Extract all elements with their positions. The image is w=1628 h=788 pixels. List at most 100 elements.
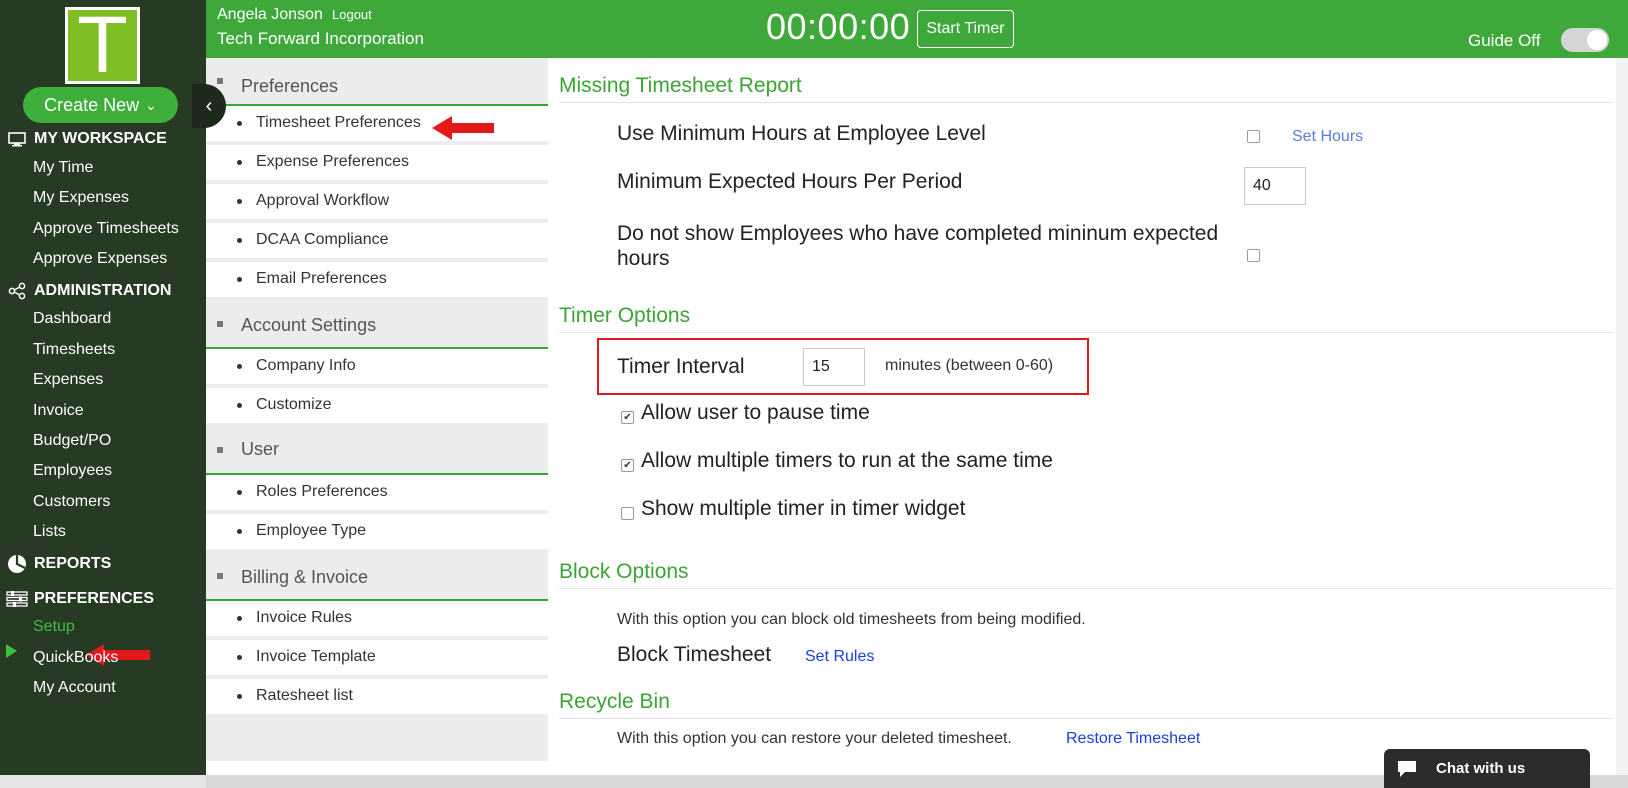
set-hours-link[interactable]: Set Hours	[1292, 128, 1363, 146]
company-name: Tech Forward Incorporation	[217, 29, 424, 48]
create-new-button[interactable]: Create New ⌄	[23, 87, 178, 123]
square-bullet-icon	[217, 447, 223, 453]
sidebar-item-my-expenses[interactable]: My Expenses	[33, 187, 129, 209]
square-bullet-icon	[217, 573, 223, 579]
sidebar-item-quickbooks[interactable]: QuickBooks	[33, 647, 118, 669]
start-timer-button[interactable]: Start Timer	[917, 10, 1014, 48]
bullet-icon	[237, 238, 242, 243]
section-label: PREFERENCES	[34, 590, 155, 607]
bullet-icon	[237, 121, 242, 126]
nav-item-customize[interactable]: Customize	[206, 388, 548, 425]
sidebar-item-customers[interactable]: Customers	[33, 491, 110, 513]
bullet-icon	[237, 199, 242, 204]
sidebar-item-lists[interactable]: Lists	[33, 521, 66, 543]
main-content: Missing Timesheet Report Use Minimum Hou…	[559, 58, 1613, 775]
nav-item-invoice-template[interactable]: Invoice Template	[206, 640, 548, 677]
nav-item-email-preferences[interactable]: Email Preferences	[206, 262, 548, 299]
nav-item-label: Timesheet Preferences	[256, 114, 421, 131]
app-logo[interactable]: T	[65, 7, 140, 84]
do-not-show-checkbox[interactable]	[1247, 249, 1260, 262]
nav-group-title: Preferences	[241, 76, 339, 96]
section-administration[interactable]: ADMINISTRATION	[0, 279, 171, 303]
app-window: T Create New ⌄ MY WORKSPACE My Time My E…	[0, 0, 1628, 788]
section-label: MY WORKSPACE	[34, 130, 167, 147]
share-nodes-icon	[4, 281, 30, 301]
nav-item-dcaa-compliance[interactable]: DCAA Compliance	[206, 223, 548, 260]
bullet-icon	[237, 616, 242, 621]
nav-item-employee-type[interactable]: Employee Type	[206, 514, 548, 551]
vertical-scrollbar[interactable]	[1616, 58, 1628, 775]
nav-item-label: DCAA Compliance	[256, 231, 389, 248]
multiple-timers-checkbox[interactable]: ✔	[621, 459, 634, 472]
nav-item-label: Employee Type	[256, 522, 366, 539]
sidebar-item-timesheets[interactable]: Timesheets	[33, 339, 115, 361]
section-recycle-bin: Recycle Bin	[559, 690, 1613, 719]
nav-item-label: Roles Preferences	[256, 483, 388, 500]
top-header: Angela Jonson Logout Tech Forward Incorp…	[206, 0, 1628, 58]
section-my-workspace[interactable]: MY WORKSPACE	[0, 127, 167, 151]
nav-group-title: Billing & Invoice	[241, 567, 369, 587]
nav-group-title: Account Settings	[241, 315, 377, 335]
nav-group-billing-invoice[interactable]: Billing & Invoice	[206, 553, 548, 601]
nav-group-preferences[interactable]: Preferences	[206, 58, 548, 106]
set-rules-link[interactable]: Set Rules	[805, 648, 874, 666]
logout-link[interactable]: Logout	[332, 7, 372, 22]
chevron-left-icon: ‹	[205, 94, 213, 117]
nav-item-ratesheet-list[interactable]: Ratesheet list	[206, 679, 548, 716]
timer-interval-label: Timer Interval	[617, 355, 745, 378]
create-new-label: Create New	[44, 94, 140, 115]
use-min-hours-label: Use Minimum Hours at Employee Level	[617, 122, 986, 145]
monitor-icon	[4, 129, 30, 149]
bullet-icon	[237, 277, 242, 282]
timer-display: 00:00:00	[766, 6, 911, 47]
nav-item-expense-preferences[interactable]: Expense Preferences	[206, 145, 548, 182]
section-timer-options: Timer Options	[559, 304, 1613, 333]
sidebar-item-my-time[interactable]: My Time	[33, 157, 93, 179]
logo-letter: T	[79, 0, 126, 90]
square-bullet-icon	[217, 321, 223, 327]
do-not-show-label-line2: hours	[617, 247, 670, 270]
bullet-icon	[237, 403, 242, 408]
toggle-knob	[1587, 30, 1607, 50]
section-preferences[interactable]: PREFERENCES	[0, 587, 154, 611]
nav-group-user[interactable]: User	[206, 427, 548, 475]
section-label: ADMINISTRATION	[34, 282, 172, 299]
nav-item-roles-preferences[interactable]: Roles Preferences	[206, 475, 548, 512]
use-min-hours-checkbox[interactable]	[1247, 130, 1260, 143]
timer-interval-input[interactable]	[803, 348, 865, 386]
sidebar-item-dashboard[interactable]: Dashboard	[33, 308, 111, 330]
show-multiple-timer-checkbox[interactable]	[621, 507, 634, 520]
guide-label: Guide Off	[1468, 31, 1541, 50]
nav-item-label: Company Info	[256, 357, 356, 374]
min-expected-hours-label: Minimum Expected Hours Per Period	[617, 170, 963, 193]
nav-group-account-settings[interactable]: Account Settings	[206, 301, 548, 349]
min-expected-hours-input[interactable]	[1244, 167, 1306, 205]
pause-time-checkbox[interactable]: ✔	[621, 411, 634, 424]
sidebar-item-approve-timesheets[interactable]: Approve Timesheets	[33, 218, 179, 240]
guide-toggle[interactable]	[1561, 28, 1609, 52]
user-name: Angela Jonson	[217, 6, 323, 23]
sidebar-item-setup[interactable]: Setup	[33, 616, 75, 638]
square-bullet-icon	[217, 78, 223, 84]
bullet-icon	[237, 655, 242, 660]
sidebar-item-approve-expenses[interactable]: Approve Expenses	[33, 248, 167, 270]
sidebar-item-my-account[interactable]: My Account	[33, 677, 116, 699]
sidebar-item-expenses[interactable]: Expenses	[33, 369, 103, 391]
do-not-show-label-line1: Do not show Employees who have completed…	[617, 222, 1219, 245]
chat-widget-button[interactable]: Chat with us	[1384, 749, 1590, 788]
sidebar-item-employees[interactable]: Employees	[33, 460, 112, 482]
section-block-options: Block Options	[559, 560, 1613, 589]
restore-timesheet-link[interactable]: Restore Timesheet	[1066, 730, 1200, 748]
chevron-down-icon: ⌄	[145, 96, 157, 113]
nav-item-approval-workflow[interactable]: Approval Workflow	[206, 184, 548, 221]
nav-item-label: Approval Workflow	[256, 192, 390, 209]
timer-interval-hint: minutes (between 0-60)	[885, 357, 1054, 374]
nav-item-invoice-rules[interactable]: Invoice Rules	[206, 601, 548, 638]
sidebar-item-budget-po[interactable]: Budget/PO	[33, 430, 111, 452]
section-reports[interactable]: REPORTS	[0, 552, 111, 576]
nav-item-timesheet-preferences[interactable]: Timesheet Preferences	[206, 106, 548, 143]
sidebar-item-invoice[interactable]: Invoice	[33, 400, 84, 422]
bullet-icon	[237, 694, 242, 699]
nav-item-company-info[interactable]: Company Info	[206, 349, 548, 386]
recycle-bin-description: With this option you can restore your de…	[617, 730, 1012, 747]
